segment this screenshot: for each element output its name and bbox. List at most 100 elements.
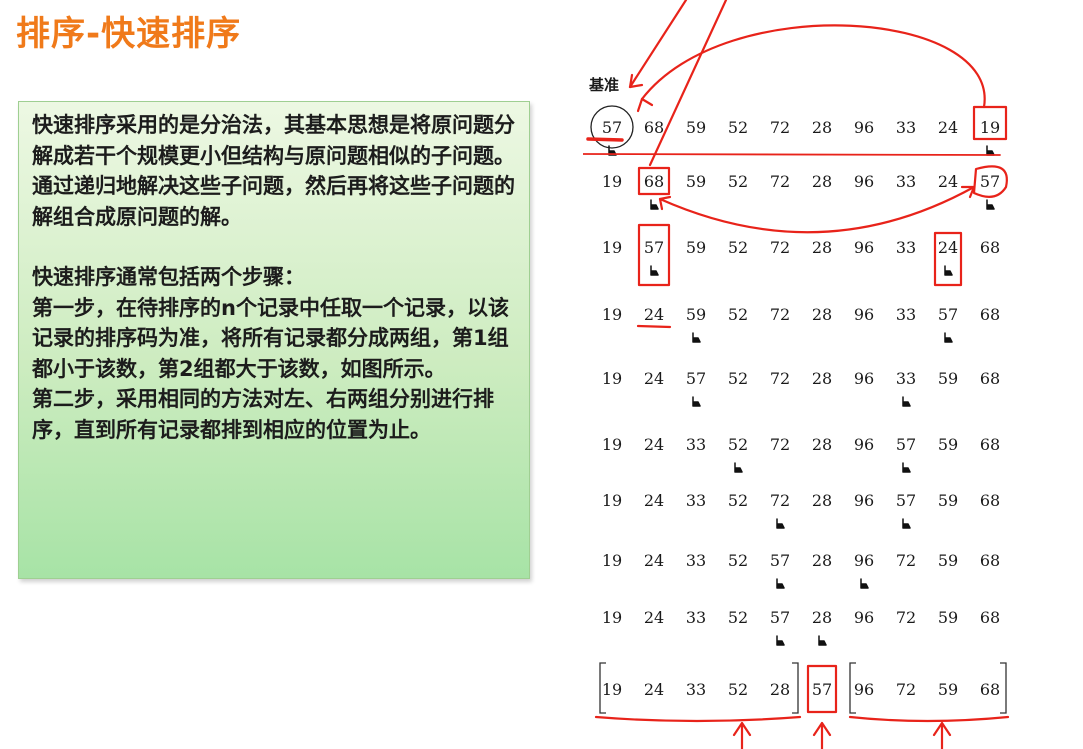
- pointer-marker-r3-c8: [944, 332, 953, 343]
- pointer-marker-r7-c6: [860, 578, 869, 589]
- cell-r7-c9: 68: [980, 551, 1000, 570]
- pointer-marker-r6-c4: [776, 518, 785, 529]
- cell-r8-c3: 52: [728, 608, 748, 627]
- cell-r0-c7: 33: [896, 118, 916, 137]
- cell-r3-c1: 24: [644, 305, 664, 324]
- paragraph-step-one: 第一步，在待排序的n个记录中任取一个记录，以该记录的排序码为准，将所有记录都分成…: [32, 295, 509, 381]
- pointer-marker-r0-c9: [986, 145, 995, 156]
- cell-r6-c6: 96: [854, 491, 874, 510]
- row-separator: [583, 153, 1001, 156]
- cell-r1-c6: 96: [854, 172, 874, 191]
- cell-r5-c5: 28: [812, 435, 832, 454]
- cell-r0-c9: 19: [980, 118, 1000, 137]
- cell-r1-c4: 72: [770, 172, 790, 191]
- cell-r9-c2: 33: [686, 680, 706, 699]
- cell-r7-c6: 96: [854, 551, 874, 570]
- cell-r7-c3: 52: [728, 551, 748, 570]
- pointer-marker-r6-c7: [902, 518, 911, 529]
- pointer-marker-r4-c7: [902, 396, 911, 407]
- underline-r3-24: [636, 324, 672, 329]
- pointer-marker-r2-c8: [944, 265, 953, 276]
- cell-r6-c7: 57: [896, 491, 916, 510]
- cell-r0-c8: 24: [938, 118, 958, 137]
- cell-r9-c5: 57: [812, 680, 832, 699]
- cell-r2-c9: 68: [980, 238, 1000, 257]
- cell-r4-c1: 24: [644, 369, 664, 388]
- cell-r5-c6: 96: [854, 435, 874, 454]
- cell-r2-c3: 52: [728, 238, 748, 257]
- cell-r1-c9: 57: [980, 172, 1000, 191]
- cell-r2-c6: 96: [854, 238, 874, 257]
- cell-r7-c2: 33: [686, 551, 706, 570]
- cell-r1-c7: 33: [896, 172, 916, 191]
- pointer-marker-r5-c7: [902, 462, 911, 473]
- cell-r4-c6: 96: [854, 369, 874, 388]
- cell-r8-c9: 68: [980, 608, 1000, 627]
- pointer-marker-r4-c2: [692, 396, 701, 407]
- cell-r0-c5: 28: [812, 118, 832, 137]
- cell-r6-c8: 59: [938, 491, 958, 510]
- cell-r4-c5: 28: [812, 369, 832, 388]
- cell-r9-c1: 24: [644, 680, 664, 699]
- up-arrow-left: [732, 721, 752, 749]
- cell-r3-c0: 19: [602, 305, 622, 324]
- cell-r1-c5: 28: [812, 172, 832, 191]
- cell-r7-c4: 57: [770, 551, 790, 570]
- cell-r5-c1: 24: [644, 435, 664, 454]
- pointer-marker-r8-c4: [776, 635, 785, 646]
- pointer-marker-r1-c9: [986, 199, 995, 210]
- cell-r0-c4: 72: [770, 118, 790, 137]
- arrow-top-to-pivot: [628, 0, 688, 89]
- cell-r6-c0: 19: [602, 491, 622, 510]
- pointer-marker-r8-c5: [818, 635, 827, 646]
- paragraph-steps-intro: 快速排序通常包括两个步骤：: [32, 265, 305, 289]
- paragraph-divide-and-conquer: 快速排序采用的是分治法，其基本思想是将原问题分解成若干个规模更小但结构与原问题相…: [32, 113, 515, 229]
- cell-r0-c2: 59: [686, 118, 706, 137]
- cell-r8-c2: 33: [686, 608, 706, 627]
- left-group-underline: [594, 715, 802, 723]
- cell-r2-c1: 57: [644, 238, 664, 257]
- cell-r5-c4: 72: [770, 435, 790, 454]
- cell-r8-c8: 59: [938, 608, 958, 627]
- arrow-19-to-front: [640, 24, 986, 109]
- cell-r6-c3: 52: [728, 491, 748, 510]
- cell-r4-c4: 72: [770, 369, 790, 388]
- swap-arc-68-57: [658, 185, 976, 234]
- cell-r0-c1: 68: [644, 118, 664, 137]
- cell-r2-c0: 19: [602, 238, 622, 257]
- cell-r6-c4: 72: [770, 491, 790, 510]
- cell-r7-c7: 72: [896, 551, 916, 570]
- cell-r4-c3: 52: [728, 369, 748, 388]
- cell-r8-c6: 96: [854, 608, 874, 627]
- pointer-markers: [608, 145, 995, 646]
- cell-r9-c3: 52: [728, 680, 748, 699]
- cell-r1-c0: 19: [602, 172, 622, 191]
- cell-r2-c4: 72: [770, 238, 790, 257]
- cell-r3-c2: 59: [686, 305, 706, 324]
- description-box: 快速排序采用的是分治法，其基本思想是将原问题分解成若干个规模更小但结构与原问题相…: [18, 101, 530, 579]
- cell-r7-c8: 59: [938, 551, 958, 570]
- cell-r9-c4: 28: [770, 680, 790, 699]
- cell-r9-c7: 72: [896, 680, 916, 699]
- slide-title: 排序-快速排序: [16, 14, 242, 54]
- cell-r8-c7: 72: [896, 608, 916, 627]
- cell-r7-c0: 19: [602, 551, 622, 570]
- right-group-underline: [848, 715, 1010, 723]
- cell-r9-c6: 96: [854, 680, 874, 699]
- cell-r8-c5: 28: [812, 608, 832, 627]
- cell-r7-c5: 28: [812, 551, 832, 570]
- cell-r3-c8: 57: [938, 305, 958, 324]
- cell-r5-c0: 19: [602, 435, 622, 454]
- cell-r2-c8: 24: [938, 238, 958, 257]
- cell-r1-c3: 52: [728, 172, 748, 191]
- cell-r3-c7: 33: [896, 305, 916, 324]
- up-arrow-right: [932, 721, 952, 749]
- cell-r3-c5: 28: [812, 305, 832, 324]
- cell-r8-c1: 24: [644, 608, 664, 627]
- cell-r1-c1: 68: [644, 172, 664, 191]
- pointer-marker-r1-c1: [650, 199, 659, 210]
- up-arrow-pivot: [812, 721, 832, 749]
- cell-r0-c3: 52: [728, 118, 748, 137]
- cell-r4-c7: 33: [896, 369, 916, 388]
- cell-r4-c0: 19: [602, 369, 622, 388]
